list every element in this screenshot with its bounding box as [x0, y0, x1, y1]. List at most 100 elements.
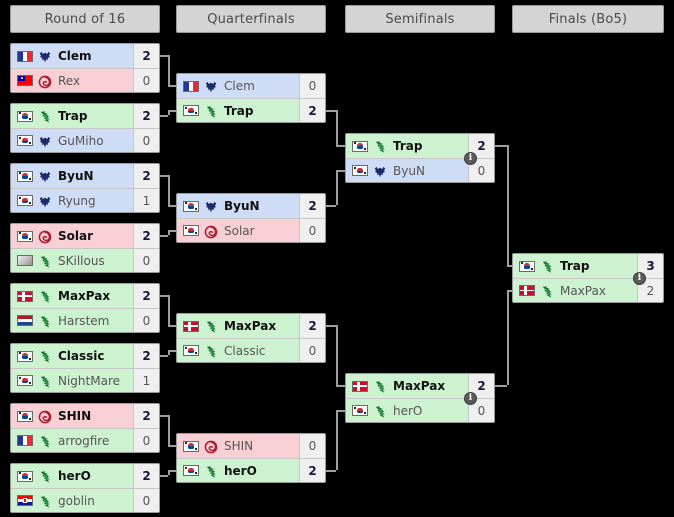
player-cell: GuMiho — [11, 129, 133, 152]
protoss-race-icon — [38, 374, 52, 388]
player-score: 0 — [299, 219, 325, 242]
match-row[interactable]: Trap 2 — [11, 104, 159, 128]
bracket-connector — [168, 295, 170, 325]
bracket-connector — [326, 470, 336, 472]
match-ro16-m8[interactable]: herO 2 goblin 0 — [10, 463, 160, 513]
match-row[interactable]: MaxPax 2 — [11, 284, 159, 308]
player-cell: Solar — [11, 224, 133, 248]
info-icon[interactable]: i — [633, 272, 646, 285]
bracket-connector — [160, 475, 168, 477]
player-cell: herO — [346, 399, 468, 422]
flag-dk-icon — [519, 285, 535, 296]
match-ro16-m6[interactable]: Classic 2 NightMare 1 — [10, 343, 160, 393]
zerg-race-icon — [38, 74, 52, 88]
player-name: Clem — [224, 79, 255, 93]
match-sf-m1[interactable]: Trap 2 ByuN 0 i — [345, 133, 495, 183]
bracket-connector — [507, 265, 512, 267]
flag-kr-icon — [17, 230, 33, 242]
player-cell: Clem — [11, 44, 133, 68]
bracket-connector — [336, 145, 345, 147]
match-ro16-m1[interactable]: Clem 2 Rex 0 — [10, 43, 160, 93]
flag-kr-icon — [519, 260, 535, 272]
player-score: 0 — [133, 69, 159, 92]
protoss-race-icon — [38, 314, 52, 328]
player-score: 2 — [133, 464, 159, 488]
player-cell: Clem — [177, 74, 299, 98]
match-row[interactable]: herO 2 — [11, 464, 159, 488]
flag-tw-icon — [17, 75, 33, 86]
match-qf-m2[interactable]: ByuN 2 Solar 0 — [176, 193, 326, 243]
zerg-race-icon — [204, 224, 218, 238]
flag-kr-icon — [17, 135, 33, 146]
match-row[interactable]: Classic 0 — [177, 338, 325, 362]
match-row[interactable]: Trap 2 — [177, 98, 325, 122]
match-qf-m3[interactable]: MaxPax 2 Classic 0 — [176, 313, 326, 363]
match-row[interactable]: ByuN 2 — [177, 194, 325, 218]
player-name: Ryung — [58, 193, 96, 208]
match-ro16-m3[interactable]: ByuN 2 Ryung 1 — [10, 163, 160, 213]
flag-kr-icon — [17, 470, 33, 482]
zerg-race-icon — [38, 409, 52, 424]
match-row[interactable]: ByuN 2 — [11, 164, 159, 188]
player-score: 0 — [299, 339, 325, 362]
protoss-race-icon — [38, 469, 52, 483]
protoss-race-icon — [38, 289, 52, 303]
match-row[interactable]: Rex 0 — [11, 68, 159, 92]
bracket-connector — [336, 325, 338, 385]
bracket-connector — [160, 295, 168, 297]
zerg-race-icon — [204, 439, 218, 454]
match-row[interactable]: Clem 2 — [11, 44, 159, 68]
player-cell: Trap — [177, 99, 299, 122]
protoss-race-icon — [38, 494, 52, 508]
match-qf-m1[interactable]: Clem 0 Trap 2 — [176, 73, 326, 123]
terran-race-icon — [38, 49, 52, 63]
match-ro16-m7[interactable]: SHIN 2 arrogfire 0 — [10, 403, 160, 453]
player-cell: ByuN — [177, 194, 299, 218]
player-cell: Ryung — [11, 189, 133, 212]
match-final-m1[interactable]: Trap 3 MaxPax 2 i — [512, 253, 664, 303]
match-row[interactable]: SKillous 0 — [11, 248, 159, 272]
match-ro16-m5[interactable]: MaxPax 2 Harstem 0 — [10, 283, 160, 333]
bracket-connector — [168, 110, 176, 112]
match-row[interactable]: goblin 0 — [11, 488, 159, 512]
player-score: 2 — [299, 314, 325, 338]
flag-kr-icon — [17, 350, 33, 362]
match-sf-m2[interactable]: MaxPax 2 herO 0 i — [345, 373, 495, 423]
info-icon[interactable]: i — [464, 392, 477, 405]
info-icon[interactable]: i — [464, 152, 477, 165]
player-name: Solar — [224, 223, 255, 238]
match-row[interactable]: GuMiho 0 — [11, 128, 159, 152]
match-ro16-m2[interactable]: Trap 2 GuMiho 0 — [10, 103, 160, 153]
match-qf-m4[interactable]: SHIN 0 herO 2 — [176, 433, 326, 483]
player-name: Solar — [58, 229, 94, 243]
player-cell: herO — [11, 464, 133, 488]
player-name: SKillous — [58, 253, 105, 268]
flag-kr-icon — [17, 375, 33, 386]
match-row[interactable]: Ryung 1 — [11, 188, 159, 212]
bracket-connector — [168, 445, 176, 447]
bracket-connector — [495, 385, 507, 387]
match-row[interactable]: Harstem 0 — [11, 308, 159, 332]
protoss-race-icon — [38, 434, 52, 448]
player-cell: NightMare — [11, 369, 133, 392]
player-name: herO — [224, 463, 257, 478]
player-name: goblin — [58, 493, 95, 508]
match-row[interactable]: Clem 0 — [177, 74, 325, 98]
match-row[interactable]: SHIN 2 — [11, 404, 159, 428]
match-row[interactable]: arrogfire 0 — [11, 428, 159, 452]
match-row[interactable]: Solar 2 — [11, 224, 159, 248]
match-row[interactable]: MaxPax 2 — [177, 314, 325, 338]
match-row[interactable]: herO 2 — [177, 458, 325, 482]
flag-fr-icon — [17, 50, 33, 62]
match-row[interactable]: Classic 2 — [11, 344, 159, 368]
flag-none-icon — [17, 255, 33, 266]
match-row[interactable]: NightMare 1 — [11, 368, 159, 392]
match-row[interactable]: SHIN 0 — [177, 434, 325, 458]
flag-kr-icon — [17, 110, 33, 122]
bracket-connector — [168, 205, 176, 207]
match-ro16-m4[interactable]: Solar 2 SKillous 0 — [10, 223, 160, 273]
match-row[interactable]: Solar 0 — [177, 218, 325, 242]
player-cell: herO — [177, 459, 299, 482]
round-header-qf: Quarterfinals — [176, 5, 326, 33]
bracket-connector — [160, 115, 168, 117]
